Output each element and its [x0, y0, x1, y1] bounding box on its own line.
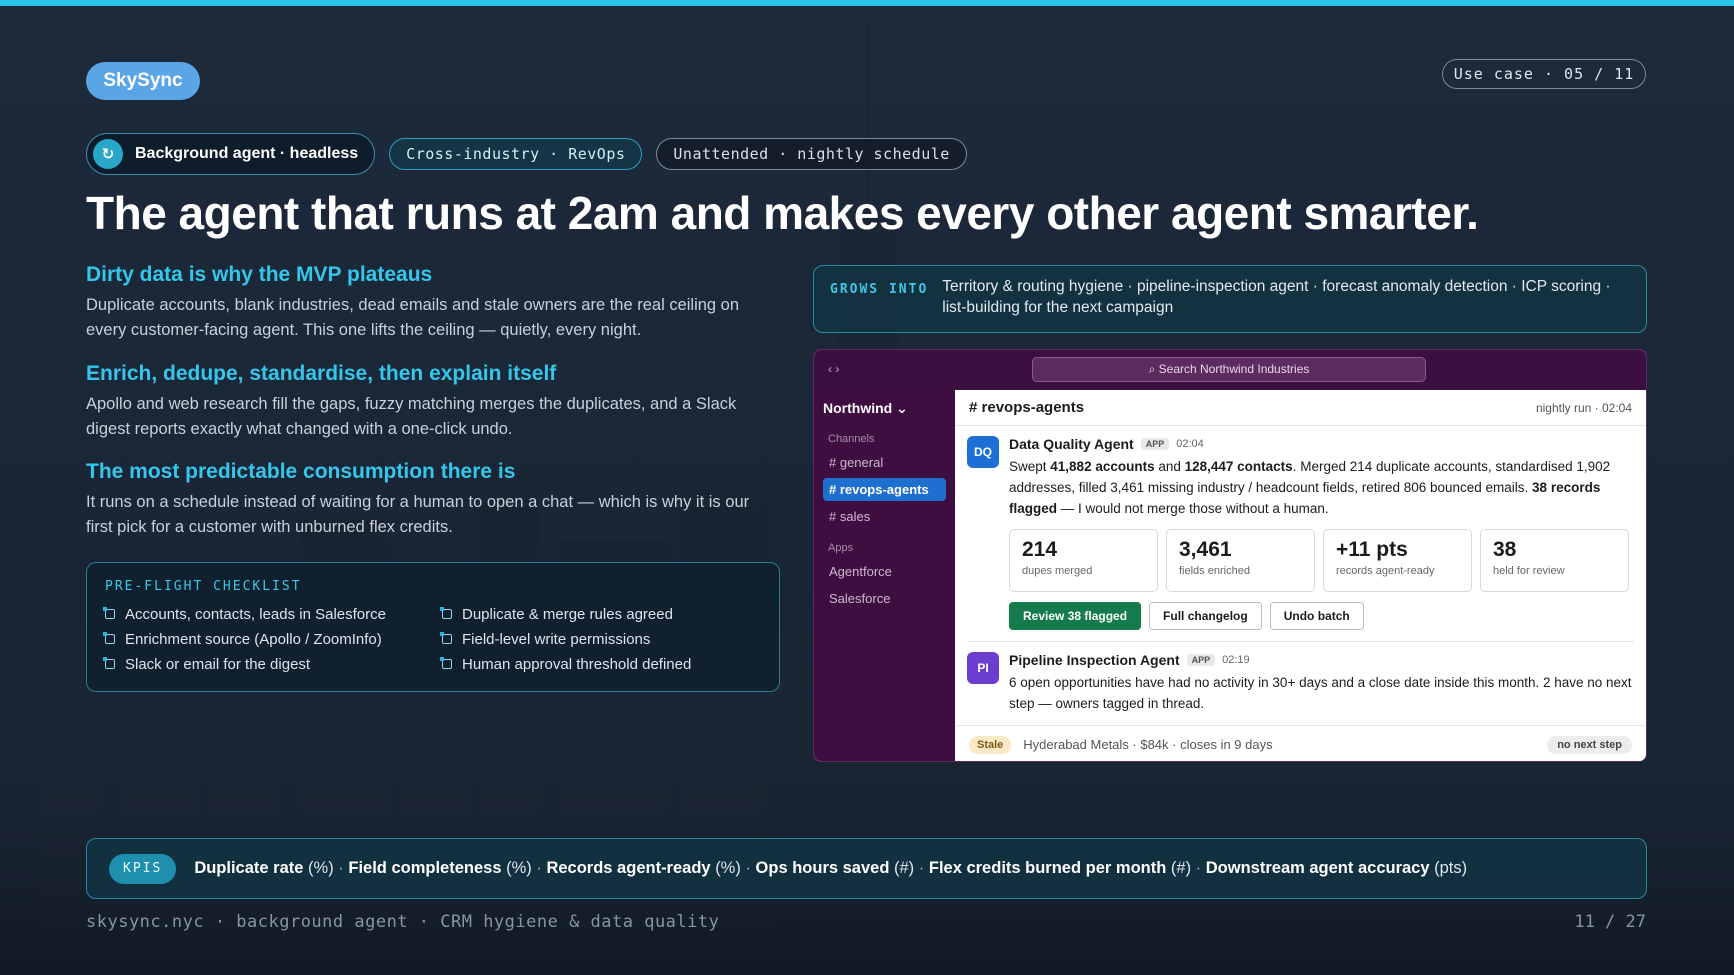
- stat-card: 214 dupes merged: [1009, 529, 1158, 592]
- apps-label: Apps: [828, 542, 854, 554]
- checklist-item: Duplicate & merge rules agreed: [440, 604, 762, 624]
- checkbox-icon: [440, 632, 452, 644]
- top-accent-strip: [0, 0, 1734, 6]
- message-time: 02:19: [1222, 654, 1250, 666]
- app-badge: APP: [1140, 438, 1170, 450]
- tag-row: ↻ Background agent · headless Cross-indu…: [86, 133, 967, 175]
- use-case-counter: Use case · 05 / 11: [1442, 59, 1646, 89]
- status-badge: Stale: [969, 735, 1012, 754]
- sidebar-item-revops-agents[interactable]: # revops-agents: [823, 478, 946, 501]
- checklist-item: Enrichment source (Apollo / ZoomInfo): [103, 629, 442, 649]
- checklist-item-label: Duplicate & merge rules agreed: [462, 605, 673, 623]
- grows-into-text: Territory & routing hygiene · pipeline-i…: [942, 278, 1611, 316]
- checklist-item: Accounts, contacts, leads in Salesforce: [103, 604, 442, 624]
- no-next-step-tag: no next step: [1547, 735, 1632, 754]
- stat-card: 38 held for review: [1480, 529, 1629, 592]
- checklist-item-label: Slack or email for the digest: [125, 655, 311, 673]
- message-time: 02:04: [1176, 438, 1204, 450]
- channel-header: # revops-agents nightly run · 02:04: [955, 390, 1646, 426]
- checklist-item-label: Human approval threshold defined: [462, 655, 692, 673]
- avatar: DQ: [967, 436, 999, 468]
- opportunity-text: Hyderabad Metals · $84k · closes in 9 da…: [1023, 737, 1273, 752]
- avatar: PI: [967, 652, 999, 684]
- section-enrich: Enrich, dedupe, standardise, then explai…: [86, 362, 776, 442]
- stat-label: dupes merged: [1022, 565, 1093, 577]
- stat-card: +11 pts records agent-ready: [1323, 529, 1472, 592]
- section-title: Dirty data is why the MVP plateaus: [86, 263, 433, 286]
- stat-label: fields enriched: [1179, 565, 1250, 577]
- checkbox-icon: [103, 607, 115, 619]
- stat-label: records agent-ready: [1336, 565, 1435, 577]
- section-title: The most predictable consumption there i…: [86, 460, 516, 483]
- checklist-item-label: Field-level write permissions: [462, 630, 651, 648]
- stat-label: held for review: [1493, 565, 1565, 577]
- section-body: Apollo and web research fill the gaps, f…: [86, 395, 737, 438]
- tag-schedule: Unattended · nightly schedule: [656, 138, 967, 170]
- section-consumption: The most predictable consumption there i…: [86, 460, 776, 540]
- brand-logo: SkySync: [86, 62, 200, 100]
- sidebar-item-general[interactable]: # general: [823, 451, 946, 474]
- workspace-switcher[interactable]: Northwind ⌄: [823, 400, 946, 417]
- checkbox-icon: [440, 657, 452, 669]
- message-text: 6 open opportunities have had no activit…: [1009, 675, 1632, 711]
- slack-sidebar: Northwind ⌄ Channels # general # revops-…: [814, 390, 955, 761]
- app-badge: APP: [1186, 654, 1216, 666]
- tag-industry: Cross-industry · RevOps: [389, 138, 643, 170]
- checklist-item: Human approval threshold defined: [440, 654, 762, 674]
- checkbox-icon: [103, 632, 115, 644]
- stats-row: 214 dupes merged 3,461 fields enriched +11…: [1009, 529, 1634, 592]
- slack-channel-view: # revops-agents nightly run · 02:04 DQ D…: [955, 390, 1646, 761]
- checkbox-icon: [440, 607, 452, 619]
- message-author[interactable]: Pipeline Inspection Agent: [1009, 652, 1180, 668]
- action-buttons: Review 38 flagged Full changelog Undo ba…: [1009, 602, 1634, 630]
- stat-value: 214: [1022, 538, 1058, 561]
- slack-window: ‹ › ⌕ Search Northwind Industries Northw…: [813, 349, 1647, 762]
- full-changelog-button[interactable]: Full changelog: [1149, 602, 1262, 630]
- checkbox-icon: [103, 657, 115, 669]
- message-data-quality: DQ Data Quality Agent APP 02:04 Swept 41…: [955, 426, 1646, 630]
- checklist-item: Slack or email for the digest: [103, 654, 442, 674]
- stat-card: 3,461 fields enriched: [1166, 529, 1315, 592]
- checklist-item-label: Enrichment source (Apollo / ZoomInfo): [125, 630, 382, 648]
- channel-title: # revops-agents: [969, 399, 1085, 416]
- checklist-item-label: Accounts, contacts, leads in Salesforce: [125, 605, 386, 623]
- grows-into-label: GROWS INTO: [830, 282, 929, 297]
- page-number: 11 / 27: [1574, 912, 1646, 932]
- tag-background-agent: ↻ Background agent · headless: [86, 133, 376, 175]
- section-dirty-data: Dirty data is why the MVP plateaus Dupli…: [86, 263, 776, 343]
- checklist-item: Field-level write permissions: [440, 629, 762, 649]
- run-info: nightly run · 02:04: [1535, 400, 1632, 415]
- stat-value: +11 pts: [1336, 538, 1408, 561]
- footer-caption: skysync.nyc · background agent · CRM hyg…: [86, 912, 720, 932]
- sidebar-item-agentforce[interactable]: Agentforce: [823, 560, 946, 583]
- message-author[interactable]: Data Quality Agent: [1009, 436, 1134, 452]
- message-pipeline-inspection: PI Pipeline Inspection Agent APP 02:19 6…: [955, 642, 1646, 714]
- kpi-bar: KPIS Duplicate rate (%) · Field complete…: [86, 838, 1647, 899]
- kpi-badge: KPIS: [109, 853, 177, 884]
- checklist-title: PRE-FLIGHT CHECKLIST: [105, 579, 302, 594]
- section-body: Duplicate accounts, blank industries, de…: [86, 296, 740, 339]
- section-title: Enrich, dedupe, standardise, then explai…: [86, 362, 557, 385]
- stat-value: 3,461: [1179, 538, 1232, 561]
- section-body: It runs on a schedule instead of waiting…: [86, 493, 750, 536]
- channels-label: Channels: [828, 433, 875, 445]
- review-flagged-button[interactable]: Review 38 flagged: [1009, 602, 1142, 630]
- sidebar-item-salesforce[interactable]: Salesforce: [823, 587, 946, 610]
- sidebar-item-sales[interactable]: # sales: [823, 505, 946, 528]
- stat-value: 38: [1493, 538, 1517, 561]
- grows-into-panel: GROWS INTO Territory & routing hygiene ·…: [813, 265, 1647, 333]
- tag-agent-label: Background agent · headless: [135, 145, 359, 162]
- kpi-list: Duplicate rate (%) · Field completeness …: [194, 859, 1468, 877]
- slack-titlebar: ‹ › ⌕ Search Northwind Industries: [814, 350, 1646, 390]
- page-title: The agent that runs at 2am and makes eve…: [86, 187, 1479, 239]
- undo-batch-button[interactable]: Undo batch: [1269, 602, 1364, 630]
- preflight-checklist: PRE-FLIGHT CHECKLIST Accounts, contacts,…: [86, 562, 780, 692]
- opportunity-row[interactable]: Stale Hyderabad Metals · $84k · closes i…: [955, 725, 1646, 761]
- refresh-icon: ↻: [93, 139, 123, 169]
- nav-arrows-icon[interactable]: ‹ ›: [828, 362, 839, 376]
- message-text: Swept 41,882 accounts and 128,447 contac…: [1009, 459, 1611, 516]
- slack-search-input[interactable]: ⌕ Search Northwind Industries: [1032, 357, 1426, 382]
